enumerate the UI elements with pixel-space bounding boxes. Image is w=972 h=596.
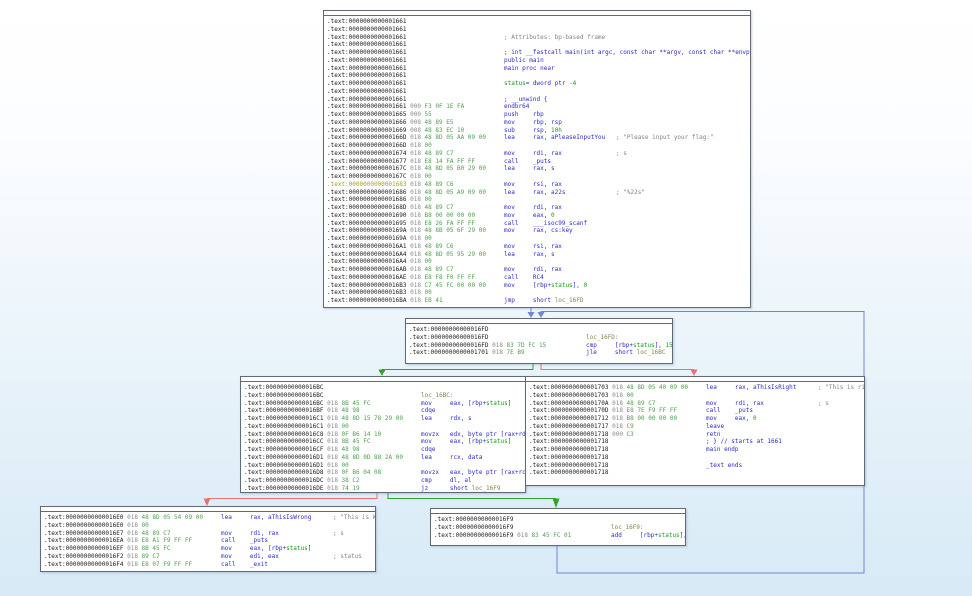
asm-line[interactable]: .text:00000000000016AB 018 48 89 C7 mov …: [327, 266, 750, 274]
asm-line[interactable]: .text:000000000000166D 018 48 8D 05 AA 0…: [327, 134, 750, 142]
asm-line[interactable]: .text:0000000000001661 main proc near: [327, 65, 750, 73]
asm-line[interactable]: .text:00000000000016E0 018 00: [44, 522, 375, 530]
edge-arrow-16DE-16E0: [204, 499, 211, 507]
asm-line[interactable]: .text:00000000000016FD: [409, 326, 672, 334]
asm-line[interactable]: .text:00000000000016A1 018 48 89 C6 mov …: [327, 243, 750, 251]
asm-line[interactable]: .text:00000000000016B3 018 C7 45 FC 00 0…: [327, 282, 750, 290]
asm-line[interactable]: .text:0000000000001686 018 00: [327, 196, 750, 204]
asm-line[interactable]: .text:000000000000166D 018 00: [327, 142, 750, 150]
asm-line[interactable]: .text:00000000000016E7 018 48 89 C7 mov …: [44, 530, 375, 538]
asm-line[interactable]: .text:000000000000167C 018 48 8D 05 B0 2…: [327, 165, 750, 173]
asm-line[interactable]: .text:0000000000001661 status= dword ptr…: [327, 80, 750, 88]
graph-node-1703[interactable]: .text:0000000000001703 018 48 8D 05 40 0…: [525, 376, 865, 486]
asm-line[interactable]: .text:0000000000001661 public main: [327, 57, 750, 65]
asm-line[interactable]: .text:00000000000016D8 018 0F B6 04 08 m…: [244, 469, 525, 477]
asm-line[interactable]: .text:00000000000016C1 018 00: [244, 423, 525, 431]
asm-line[interactable]: .text:00000000000016EA 018 E8 A1 F9 FF F…: [44, 537, 375, 545]
asm-line[interactable]: .text:00000000000016AE 018 E8 F8 F0 FF F…: [327, 274, 750, 282]
asm-line[interactable]: .text:00000000000016BC: [244, 384, 525, 392]
asm-line[interactable]: .text:0000000000001703 018 48 8D 05 40 0…: [529, 384, 864, 392]
asm-line[interactable]: .text:000000000000170D 018 E8 7E F9 FF F…: [529, 407, 864, 415]
asm-line[interactable]: .text:0000000000001718: [529, 469, 864, 477]
node-code: .text:00000000000016E0 018 48 8D 05 54 0…: [41, 512, 375, 571]
asm-line[interactable]: .text:00000000000016E0 018 48 8D 05 54 0…: [44, 514, 375, 522]
node-code: .text:00000000000016FD.text:000000000000…: [406, 324, 672, 363]
asm-line[interactable]: .text:00000000000016BC 018 8B 45 FC mov …: [244, 400, 525, 408]
asm-line[interactable]: .text:0000000000001677 018 E8 14 FA FF F…: [327, 158, 750, 166]
asm-line[interactable]: .text:0000000000001695 018 E8 26 FA FF F…: [327, 220, 750, 228]
node-code: .text:00000000000016BC.text:000000000000…: [241, 382, 525, 492]
asm-line[interactable]: .text:00000000000016BC loc_16BC:: [244, 392, 525, 400]
asm-line[interactable]: .text:000000000000169A 018 48 8B 05 6F 2…: [327, 227, 750, 235]
asm-line[interactable]: .text:00000000000016BA 018 EB 41 jmp sho…: [327, 297, 750, 305]
asm-line[interactable]: .text:00000000000016F9 loc_16F9:: [434, 524, 685, 532]
asm-line[interactable]: .text:0000000000001661 ; Attributes: bp-…: [327, 34, 750, 42]
asm-line[interactable]: .text:000000000000167C 018 00: [327, 173, 750, 181]
asm-line[interactable]: .text:0000000000001665 000 55 push rbp: [327, 111, 750, 119]
asm-line[interactable]: .text:00000000000016CF 018 48 98 cdqe: [244, 446, 525, 454]
edge-arrow-16DE-16F9: [553, 499, 560, 509]
asm-line[interactable]: .text:0000000000001686 018 48 8D 05 A9 0…: [327, 189, 750, 197]
asm-line[interactable]: .text:0000000000001661: [327, 88, 750, 96]
node-code: .text:0000000000001661.text:000000000000…: [324, 16, 750, 307]
graph-node-1661[interactable]: .text:0000000000001661.text:000000000000…: [323, 10, 751, 308]
asm-line[interactable]: .text:0000000000001690 018 B8 00 00 00 0…: [327, 212, 750, 220]
asm-line[interactable]: .text:00000000000016CC 018 8B 45 FC mov …: [244, 438, 525, 446]
graph-node-16F9[interactable]: .text:00000000000016F9.text:000000000000…: [430, 508, 686, 546]
graph-canvas[interactable]: .text:0000000000001661.text:000000000000…: [0, 0, 972, 596]
asm-line[interactable]: .text:00000000000016A4 018 00: [327, 258, 750, 266]
asm-line[interactable]: .text:000000000000169A 018 00: [327, 235, 750, 243]
graph-node-16BC[interactable]: .text:00000000000016BC.text:000000000000…: [240, 376, 526, 493]
asm-line[interactable]: .text:000000000000170A 018 48 89 C7 mov …: [529, 400, 864, 408]
graph-node-16E0[interactable]: .text:00000000000016E0 018 48 8D 05 54 0…: [40, 506, 376, 572]
asm-line[interactable]: .text:00000000000016D1 018 48 8D 0D 88 2…: [244, 454, 525, 462]
graph-node-16FD[interactable]: .text:00000000000016FD.text:000000000000…: [405, 318, 673, 364]
asm-line[interactable]: .text:0000000000001718 main endp: [529, 446, 864, 454]
asm-line[interactable]: .text:00000000000016F9: [434, 516, 685, 524]
asm-line[interactable]: .text:00000000000016FD 018 83 7D FC 15 c…: [409, 342, 672, 350]
asm-line[interactable]: .text:0000000000001683 018 48 89 C6 mov …: [327, 181, 750, 189]
asm-line[interactable]: .text:00000000000016C8 018 0F B6 14 10 m…: [244, 431, 525, 439]
asm-line[interactable]: .text:0000000000001669 008 48 83 EC 10 s…: [327, 127, 750, 135]
asm-line[interactable]: .text:00000000000016D1 018 00: [244, 462, 525, 470]
asm-line[interactable]: .text:0000000000001712 018 B8 00 00 00 0…: [529, 415, 864, 423]
node-code: .text:00000000000016F9.text:000000000000…: [431, 514, 685, 545]
asm-line[interactable]: .text:0000000000001674 018 48 89 C7 mov …: [327, 150, 750, 158]
asm-line[interactable]: .text:0000000000001661 000 F3 0F 1E FA e…: [327, 103, 750, 111]
asm-line[interactable]: .text:0000000000001661 ; int __fastcall …: [327, 49, 750, 57]
asm-line[interactable]: .text:0000000000001661: [327, 72, 750, 80]
asm-line[interactable]: .text:0000000000001718 _text ends: [529, 462, 864, 470]
asm-line[interactable]: .text:000000000000168D 018 48 89 C7 mov …: [327, 204, 750, 212]
asm-line[interactable]: .text:0000000000001718: [529, 454, 864, 462]
asm-line[interactable]: .text:0000000000001701 018 7E B9 jle sho…: [409, 349, 672, 357]
asm-line[interactable]: .text:00000000000016C1 018 48 8D 15 78 2…: [244, 415, 525, 423]
asm-line[interactable]: .text:0000000000001703 018 00: [529, 392, 864, 400]
asm-line[interactable]: .text:0000000000001666 008 48 89 E5 mov …: [327, 119, 750, 127]
asm-line[interactable]: .text:00000000000016F9 018 83 45 FC 01 a…: [434, 532, 685, 540]
asm-line[interactable]: .text:00000000000016DC 018 38 C2 cmp dl,…: [244, 477, 525, 485]
asm-line[interactable]: .text:00000000000016BF 018 48 98 cdqe: [244, 407, 525, 415]
asm-line[interactable]: .text:00000000000016A4 018 48 8D 05 95 2…: [327, 251, 750, 259]
asm-line[interactable]: .text:00000000000016DE 018 74 19 jz shor…: [244, 485, 525, 492]
asm-line[interactable]: .text:0000000000001661: [327, 18, 750, 26]
asm-line[interactable]: .text:0000000000001661 ; __unwind {: [327, 96, 750, 104]
asm-line[interactable]: .text:0000000000001661: [327, 26, 750, 34]
node-code: .text:0000000000001703 018 48 8D 05 40 0…: [526, 382, 864, 485]
asm-line[interactable]: .text:0000000000001718 ; } // starts at …: [529, 438, 864, 446]
asm-line[interactable]: .text:0000000000001717 018 C9 leave: [529, 423, 864, 431]
asm-line[interactable]: .text:00000000000016FD loc_16FD:: [409, 334, 672, 342]
asm-line[interactable]: .text:00000000000016EF 018 8B 45 FC mov …: [44, 545, 375, 553]
asm-line[interactable]: .text:00000000000016F2 018 89 C7 mov edi…: [44, 553, 375, 561]
asm-line[interactable]: .text:0000000000001718 000 C3 retn: [529, 431, 864, 439]
asm-line[interactable]: .text:00000000000016F4 018 E8 07 F9 FF F…: [44, 561, 375, 569]
asm-line[interactable]: .text:00000000000016B3 018 00: [327, 289, 750, 297]
asm-line[interactable]: .text:0000000000001661: [327, 41, 750, 49]
